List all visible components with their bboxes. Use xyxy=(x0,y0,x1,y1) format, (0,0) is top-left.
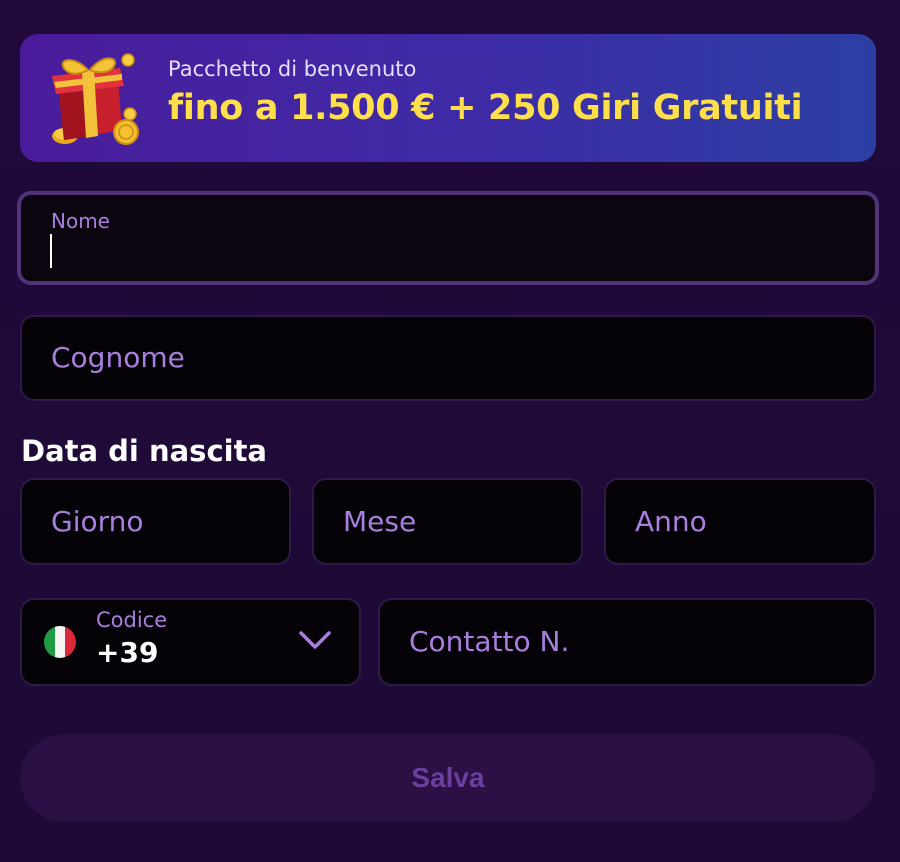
registration-page: Pacchetto di benvenuto fino a 1.500 € + … xyxy=(0,0,900,862)
banner-subtitle: Pacchetto di benvenuto xyxy=(168,57,417,81)
birth-day-placeholder: Giorno xyxy=(51,505,144,538)
gift-box-icon xyxy=(52,53,139,145)
birth-month-placeholder: Mese xyxy=(343,505,417,538)
birth-year-field[interactable]: Anno xyxy=(604,478,876,565)
country-code-value: +39 xyxy=(96,636,159,669)
text-cursor xyxy=(50,234,52,268)
country-code-select[interactable]: Codice +39 xyxy=(20,598,361,686)
phone-number-placeholder: Contatto N. xyxy=(409,625,570,658)
first-name-label: Nome xyxy=(51,209,110,233)
last-name-field[interactable]: Cognome xyxy=(20,315,876,401)
chevron-down-icon xyxy=(299,631,331,649)
italy-flag-icon xyxy=(44,626,76,658)
country-code-label: Codice xyxy=(96,608,168,632)
banner-title: fino a 1.500 € + 250 Giri Gratuiti xyxy=(168,88,803,128)
birth-month-field[interactable]: Mese xyxy=(312,478,583,565)
first-name-field[interactable]: Nome xyxy=(17,191,879,285)
last-name-placeholder: Cognome xyxy=(51,341,185,374)
birth-year-placeholder: Anno xyxy=(635,505,707,538)
birth-date-label: Data di nascita xyxy=(21,434,268,468)
phone-number-field[interactable]: Contatto N. xyxy=(378,598,876,686)
birth-day-field[interactable]: Giorno xyxy=(20,478,291,565)
save-button[interactable]: Salva xyxy=(20,734,876,822)
